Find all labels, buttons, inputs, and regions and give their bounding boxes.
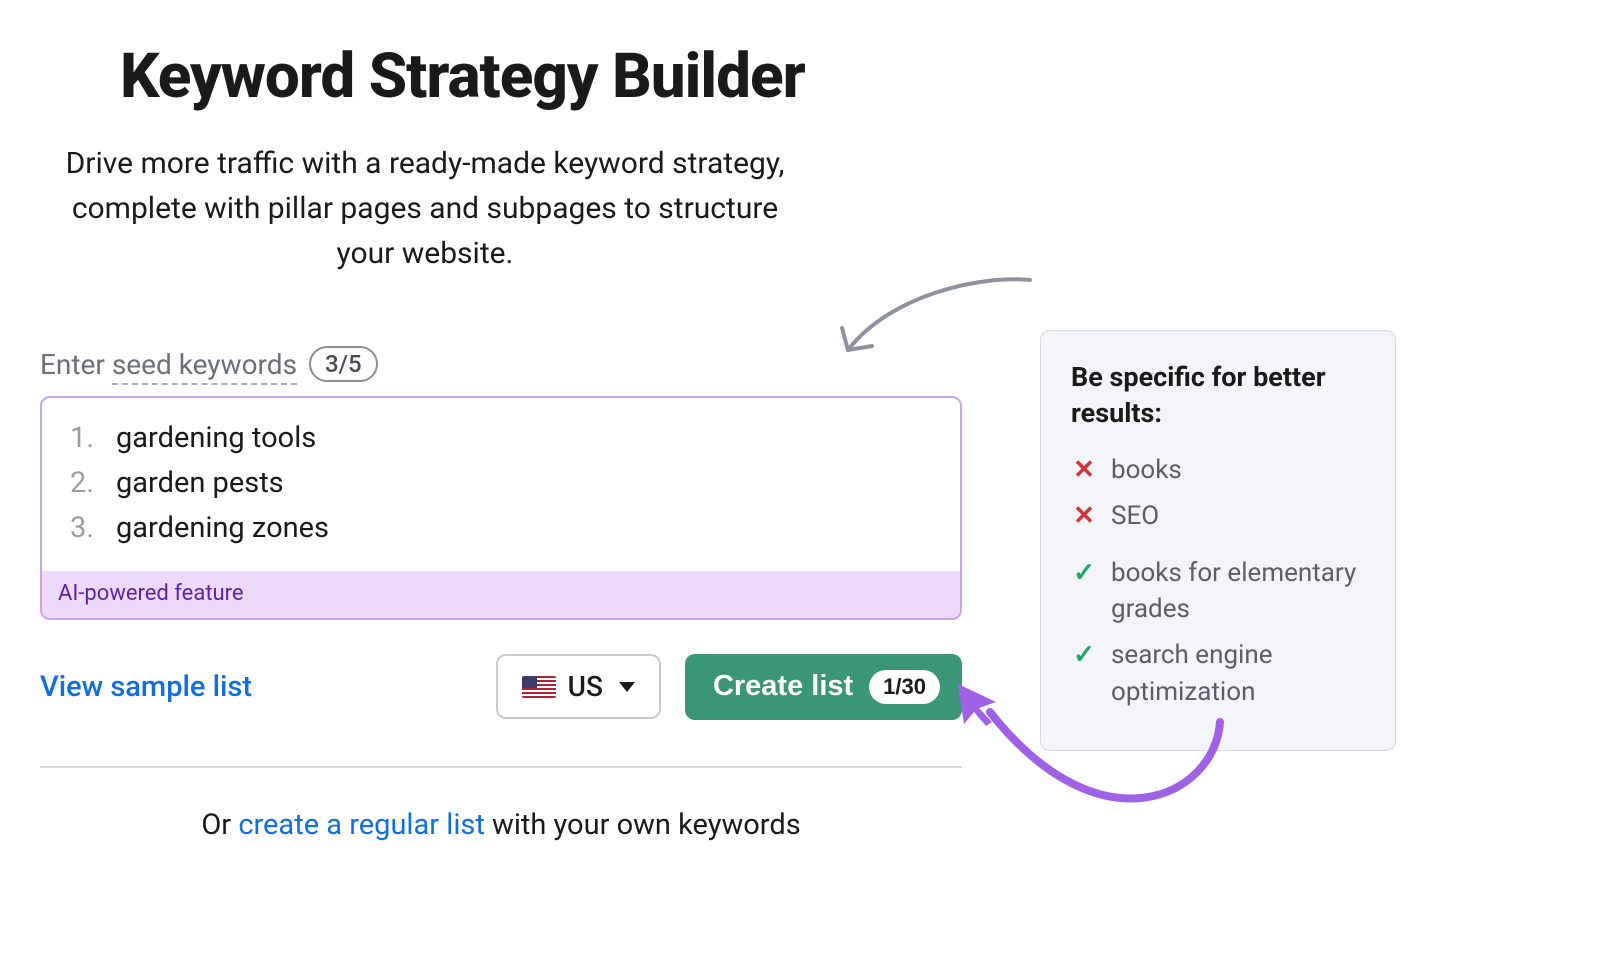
keyword-text: gardening zones <box>116 506 329 551</box>
keyword-text: gardening tools <box>116 416 316 461</box>
tip-good-text: search engine optimization <box>1111 637 1369 710</box>
create-regular-list-link[interactable]: create a regular list <box>238 808 485 842</box>
tip-bad-row: ✕ books <box>1071 452 1369 488</box>
seed-input-container: 1. gardening tools 2. garden pests 3. ga… <box>40 396 962 620</box>
divider <box>40 766 962 768</box>
country-select[interactable]: US <box>496 654 661 719</box>
controls-row: View sample list US Create list 1/30 <box>40 654 962 720</box>
tip-title: Be specific for better results: <box>1071 359 1369 432</box>
list-index: 2. <box>66 461 94 506</box>
tip-bad-text: books <box>1111 452 1182 488</box>
create-list-label: Create list <box>713 670 853 703</box>
main-container: Keyword Strategy Builder Drive more traf… <box>40 40 1440 842</box>
seed-label: Enter seed keywords <box>40 348 297 381</box>
alt-create-line: Or create a regular list with your own k… <box>40 808 962 842</box>
list-index: 3. <box>66 506 94 551</box>
ai-feature-label: AI-powered feature <box>42 571 960 618</box>
tip-bad-text: SEO <box>1111 498 1159 534</box>
tip-card: Be specific for better results: ✕ books … <box>1040 330 1396 751</box>
check-icon: ✓ <box>1071 555 1097 591</box>
alt-post: with your own keywords <box>485 808 801 842</box>
country-label: US <box>568 670 603 703</box>
x-icon: ✕ <box>1071 452 1097 488</box>
view-sample-link[interactable]: View sample list <box>40 670 252 704</box>
page-subtitle: Drive more traffic with a ready-made key… <box>40 141 810 276</box>
chevron-down-icon <box>619 682 635 692</box>
seed-label-pre: Enter <box>40 348 112 381</box>
alt-pre: Or <box>201 808 238 842</box>
list-item: 3. gardening zones <box>66 506 936 551</box>
tip-good-row: ✓ books for elementary grades <box>1071 555 1369 628</box>
keyword-text: garden pests <box>116 461 284 506</box>
check-icon: ✓ <box>1071 637 1097 673</box>
tip-good-row: ✓ search engine optimization <box>1071 637 1369 710</box>
page-title: Keyword Strategy Builder <box>120 40 1440 113</box>
x-icon: ✕ <box>1071 498 1097 534</box>
seed-keyword-list: 1. gardening tools 2. garden pests 3. ga… <box>66 416 936 551</box>
tip-good-text: books for elementary grades <box>1111 555 1369 628</box>
seed-input[interactable]: 1. gardening tools 2. garden pests 3. ga… <box>42 398 960 571</box>
list-item: 2. garden pests <box>66 461 936 506</box>
create-list-badge: 1/30 <box>869 670 940 704</box>
seed-counter: 3/5 <box>309 346 378 382</box>
seed-label-dotted[interactable]: seed keywords <box>112 348 297 385</box>
create-list-button[interactable]: Create list 1/30 <box>685 654 962 720</box>
us-flag-icon <box>522 676 556 698</box>
list-item: 1. gardening tools <box>66 416 936 461</box>
tip-bad-row: ✕ SEO <box>1071 498 1369 534</box>
list-index: 1. <box>66 416 94 461</box>
